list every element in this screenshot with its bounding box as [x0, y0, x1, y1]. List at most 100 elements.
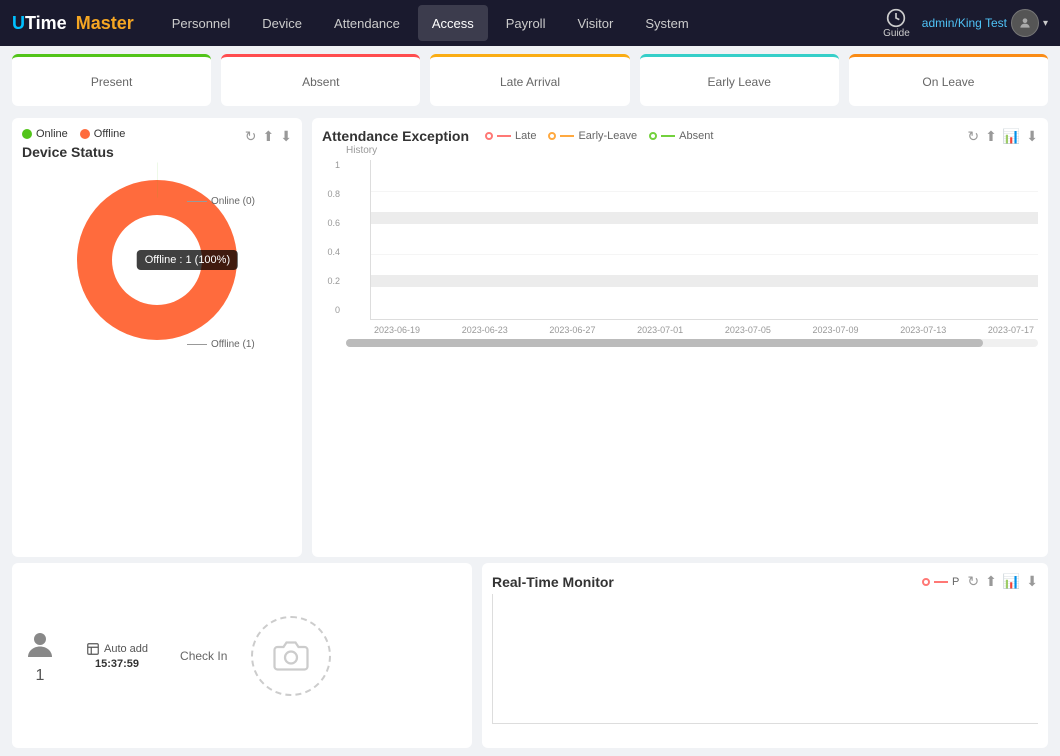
monitor-p-dot — [922, 578, 930, 586]
status-row: Present Absent Late Arrival Early Leave … — [0, 46, 1060, 112]
device-panel-actions: ↻ ⬆ ⬇ — [245, 128, 292, 145]
online-line — [187, 201, 207, 202]
device-header-row: Online Offline Device Status ↻ ⬆ ⬇ — [22, 128, 292, 160]
offline-dot — [80, 129, 90, 139]
monitor-panel-actions: ↻ ⬆ 📊 ⬇ — [967, 573, 1038, 590]
monitor-download-button[interactable]: ⬇ — [1026, 573, 1038, 590]
nav-right: Guide admin/King Test ▾ — [883, 8, 1048, 39]
monitor-title: Real-Time Monitor — [492, 574, 614, 590]
monitor-header: Real-Time Monitor P ↻ ⬆ 📊 ⬇ — [492, 573, 1038, 590]
late-line — [497, 135, 511, 137]
offline-label-text: Offline — [94, 128, 126, 140]
logo-master: Master — [76, 13, 134, 34]
offline-chart-label: Offline (1) — [187, 339, 255, 350]
online-chart-label: Online (0) — [187, 196, 255, 207]
monitor-legend: P — [922, 576, 959, 588]
logo-u: U — [12, 13, 25, 34]
checkin-card: 1 Auto add 15:37:59 Check In — [12, 563, 472, 748]
nav-personnel[interactable]: Personnel — [158, 5, 245, 41]
user-info[interactable]: admin/King Test ▾ — [922, 9, 1048, 37]
nav-system[interactable]: System — [631, 5, 702, 41]
attendance-exception-panel: Attendance Exception Late Early-Leave — [312, 118, 1048, 557]
monitor-refresh-button[interactable]: ↻ — [967, 573, 979, 590]
scrollbar-thumb[interactable] — [346, 339, 983, 347]
absent-dot — [649, 132, 657, 140]
donut-chart: Offline : 1 (100%) Online (0) Offline (1… — [57, 160, 257, 360]
nav-items: Personnel Device Attendance Access Payro… — [158, 5, 883, 41]
grid-3 — [371, 254, 1038, 255]
status-label-late: Late Arrival — [442, 75, 617, 89]
legend-early-leave: Early-Leave — [548, 130, 637, 142]
early-leave-dot — [548, 132, 556, 140]
late-dot — [485, 132, 493, 140]
status-label-present: Present — [24, 75, 199, 89]
checkin-time: 15:37:59 — [95, 658, 139, 670]
legend-offline: Offline — [80, 128, 126, 140]
donut-svg — [57, 160, 257, 360]
status-label-absent: Absent — [233, 75, 408, 89]
attendance-header-row: Attendance Exception Late Early-Leave — [322, 128, 1038, 145]
early-leave-line — [560, 135, 574, 137]
upload-button[interactable]: ⬆ — [263, 128, 275, 145]
logo-space — [67, 13, 72, 34]
chart-scrollbar[interactable] — [346, 339, 1038, 347]
nav-device[interactable]: Device — [248, 5, 316, 41]
user-section: 1 — [22, 627, 58, 685]
navbar: U Time Master Personnel Device Attendanc… — [0, 0, 1060, 46]
x-axis: 2023-06-19 2023-06-23 2023-06-27 2023-07… — [370, 325, 1038, 335]
attendance-title-section: Attendance Exception Late Early-Leave — [322, 128, 713, 144]
nav-attendance[interactable]: Attendance — [320, 5, 414, 41]
legend-absent: Absent — [649, 130, 713, 142]
grid-2 — [371, 212, 1038, 224]
logo: U Time Master — [12, 13, 134, 34]
online-label-text: Online — [36, 128, 68, 140]
main-content: Online Offline Device Status ↻ ⬆ ⬇ — [0, 112, 1060, 563]
monitor-p-label: P — [952, 576, 959, 588]
monitor-chart-button[interactable]: 📊 — [1003, 573, 1020, 590]
late-label: Late — [515, 130, 536, 142]
online-dot — [22, 129, 32, 139]
nav-visitor[interactable]: Visitor — [563, 5, 627, 41]
att-refresh-button[interactable]: ↻ — [967, 128, 979, 145]
status-card-absent: Absent — [221, 54, 420, 106]
logo-time: Time — [25, 13, 67, 34]
real-time-monitor-card: Real-Time Monitor P ↻ ⬆ 📊 ⬇ — [482, 563, 1048, 748]
nav-payroll[interactable]: Payroll — [492, 5, 560, 41]
att-download-button[interactable]: ⬇ — [1026, 128, 1038, 145]
attendance-legend: Late Early-Leave Absent — [485, 130, 713, 142]
auto-add-label: Auto add — [86, 642, 148, 656]
legend-late: Late — [485, 130, 536, 142]
status-card-present: Present — [12, 54, 211, 106]
status-card-early: Early Leave — [640, 54, 839, 106]
camera-icon — [273, 638, 309, 674]
checkin-photo — [251, 616, 331, 696]
checkin-label: Check In — [180, 649, 227, 663]
attendance-title: Attendance Exception — [322, 128, 469, 144]
download-button[interactable]: ⬇ — [280, 128, 292, 145]
user-count: 1 — [36, 667, 45, 685]
nav-access[interactable]: Access — [418, 5, 488, 41]
att-chart-button[interactable]: 📊 — [1003, 128, 1020, 145]
device-legend: Online Offline Device Status — [22, 128, 125, 160]
refresh-button[interactable]: ↻ — [245, 128, 257, 145]
attendance-panel-actions: ↻ ⬆ 📊 ⬇ — [967, 128, 1038, 145]
user-icon — [22, 627, 58, 663]
user-name: admin/King Test — [922, 16, 1007, 30]
guide-button[interactable]: Guide — [883, 8, 910, 39]
auto-add-icon — [86, 642, 100, 656]
early-leave-label: Early-Leave — [578, 130, 637, 142]
att-upload-button[interactable]: ⬆ — [985, 128, 997, 145]
bottom-row: 1 Auto add 15:37:59 Check In Real-Time M… — [0, 563, 1060, 756]
device-status-panel: Online Offline Device Status ↻ ⬆ ⬇ — [12, 118, 302, 557]
monitor-plot — [492, 594, 1038, 724]
monitor-upload-button[interactable]: ⬆ — [985, 573, 997, 590]
absent-line — [661, 135, 675, 137]
monitor-p-line — [934, 581, 948, 583]
status-label-on-leave: On Leave — [861, 75, 1036, 89]
offline-line — [187, 344, 207, 345]
status-card-late: Late Arrival — [430, 54, 629, 106]
device-legend-items: Online Offline — [22, 128, 125, 140]
auto-add-section: Auto add 15:37:59 — [74, 642, 160, 670]
grid-4 — [371, 275, 1038, 287]
chevron-down-icon: ▾ — [1043, 18, 1048, 29]
